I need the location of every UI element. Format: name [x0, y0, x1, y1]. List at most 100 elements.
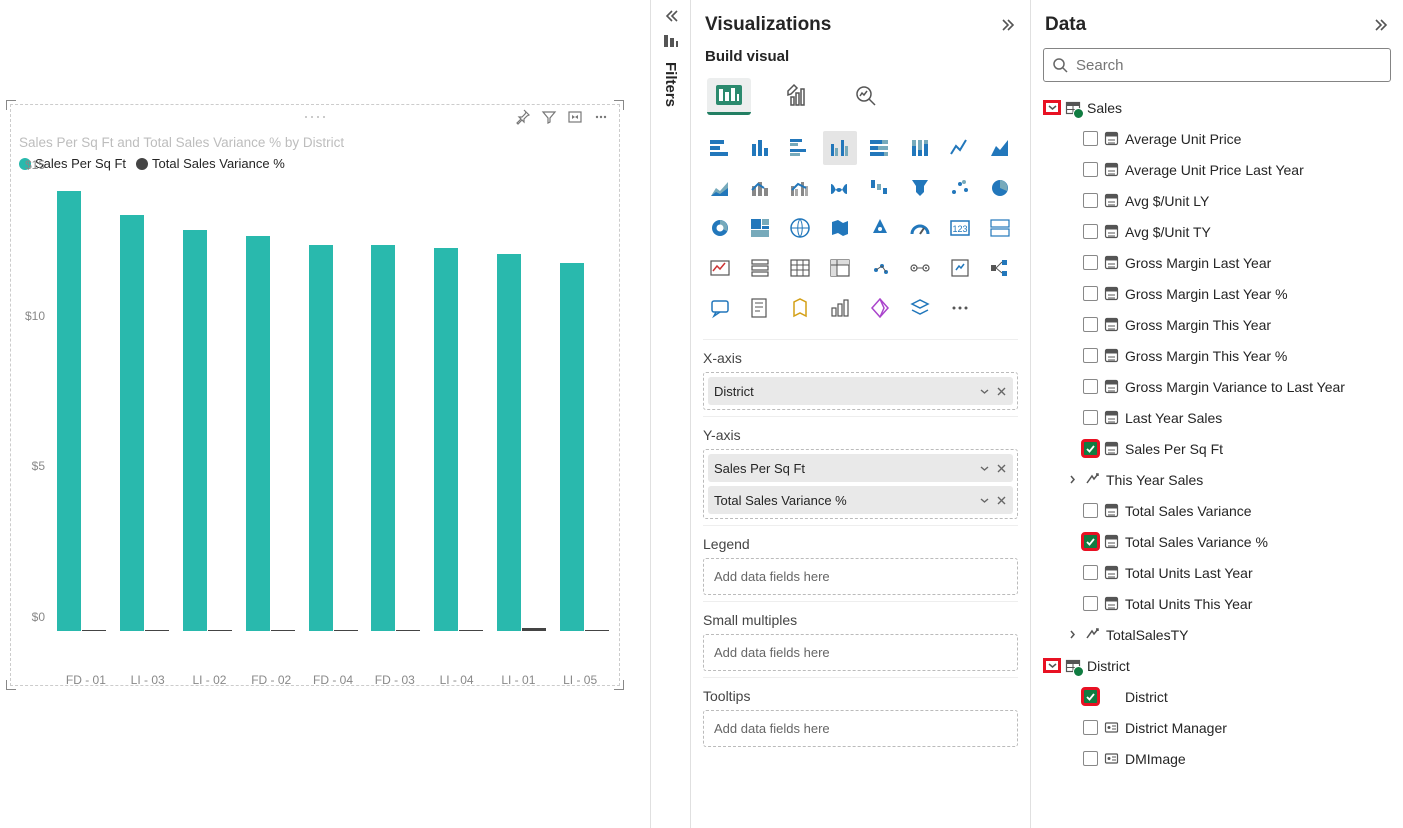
- viz-line-clustered-column-icon[interactable]: [783, 171, 817, 205]
- field-well[interactable]: District: [703, 372, 1018, 410]
- viz-clustered-bar-icon[interactable]: [783, 131, 817, 165]
- viz-clustered-column-icon[interactable]: [823, 131, 857, 165]
- viz-card-icon[interactable]: 123: [943, 211, 977, 245]
- bar[interactable]: [246, 236, 270, 631]
- drag-handle-icon[interactable]: [303, 114, 327, 120]
- viz-map-icon[interactable]: [783, 211, 817, 245]
- field-checkbox[interactable]: [1083, 317, 1098, 332]
- viz-get-more-icon[interactable]: [943, 291, 977, 325]
- chevron-right-icon[interactable]: [1065, 629, 1079, 640]
- viz-azure-map-icon[interactable]: [863, 211, 897, 245]
- field-row[interactable]: Avg $/Unit LY: [1043, 185, 1391, 216]
- field-row[interactable]: Gross Margin Last Year: [1043, 247, 1391, 278]
- field-row[interactable]: Gross Margin Last Year %: [1043, 278, 1391, 309]
- viz-filled-map-icon[interactable]: [823, 211, 857, 245]
- viz-100-stacked-bar-icon[interactable]: [863, 131, 897, 165]
- field-row[interactable]: Gross Margin Variance to Last Year: [1043, 371, 1391, 402]
- viz-stacked-bar-icon[interactable]: [703, 131, 737, 165]
- bar[interactable]: [497, 254, 521, 631]
- viz-slicer-icon[interactable]: [743, 251, 777, 285]
- viz-funnel-icon[interactable]: [903, 171, 937, 205]
- field-chip[interactable]: Total Sales Variance %: [708, 486, 1013, 514]
- field-checkbox[interactable]: [1083, 503, 1098, 518]
- field-well[interactable]: Sales Per Sq FtTotal Sales Variance %: [703, 449, 1018, 519]
- field-checkbox[interactable]: [1083, 534, 1098, 549]
- viz-100-stacked-column-icon[interactable]: [903, 131, 937, 165]
- table-node[interactable]: District: [1043, 650, 1391, 681]
- field-checkbox[interactable]: [1083, 410, 1098, 425]
- viz-gauge-icon[interactable]: [903, 211, 937, 245]
- field-row[interactable]: Total Units This Year: [1043, 588, 1391, 619]
- chart-visual-container[interactable]: Sales Per Sq Ft and Total Sales Variance…: [10, 104, 620, 686]
- report-canvas[interactable]: Sales Per Sq Ft and Total Sales Variance…: [0, 0, 650, 828]
- bar-group[interactable]: [307, 179, 360, 631]
- bar-group[interactable]: [369, 179, 422, 631]
- field-row[interactable]: Gross Margin This Year: [1043, 309, 1391, 340]
- viz-line-stacked-column-icon[interactable]: [743, 171, 777, 205]
- field-row[interactable]: District Manager: [1043, 712, 1391, 743]
- field-well[interactable]: Add data fields here: [703, 634, 1018, 671]
- search-input[interactable]: [1076, 57, 1382, 74]
- field-row[interactable]: Total Units Last Year: [1043, 557, 1391, 588]
- resize-handle-br[interactable]: [614, 680, 624, 690]
- viz-qna-icon[interactable]: [703, 291, 737, 325]
- field-checkbox[interactable]: [1083, 441, 1098, 456]
- field-checkbox[interactable]: [1083, 193, 1098, 208]
- viz-kpi-icon[interactable]: [703, 251, 737, 285]
- bar[interactable]: [459, 630, 483, 632]
- remove-field-icon[interactable]: [996, 463, 1007, 474]
- filters-rail[interactable]: Filters: [650, 0, 690, 828]
- tab-format-visual[interactable]: [777, 77, 819, 115]
- bar[interactable]: [208, 630, 232, 632]
- field-well[interactable]: Add data fields here: [703, 710, 1018, 747]
- bar-group[interactable]: [432, 179, 485, 631]
- viz-ribbon-icon[interactable]: [823, 171, 857, 205]
- viz-multi-row-card-icon[interactable]: [983, 211, 1017, 245]
- resize-handle-bl[interactable]: [6, 680, 16, 690]
- field-checkbox[interactable]: [1083, 596, 1098, 611]
- bar-group[interactable]: [181, 179, 234, 631]
- bar[interactable]: [82, 630, 106, 632]
- bar[interactable]: [183, 230, 207, 631]
- field-row[interactable]: Avg $/Unit TY: [1043, 216, 1391, 247]
- field-row[interactable]: Total Sales Variance: [1043, 495, 1391, 526]
- viz-area-icon[interactable]: [983, 131, 1017, 165]
- viz-table-icon[interactable]: [783, 251, 817, 285]
- chevron-down-icon[interactable]: [1045, 660, 1059, 671]
- chevron-down-icon[interactable]: [979, 463, 990, 474]
- remove-field-icon[interactable]: [996, 386, 1007, 397]
- more-options-icon[interactable]: [593, 109, 609, 125]
- viz-pie-icon[interactable]: [983, 171, 1017, 205]
- viz-matrix-icon[interactable]: [823, 251, 857, 285]
- bar[interactable]: [334, 630, 358, 632]
- field-row[interactable]: Gross Margin This Year %: [1043, 340, 1391, 371]
- bar[interactable]: [434, 248, 458, 631]
- field-row[interactable]: This Year Sales: [1043, 464, 1391, 495]
- filter-icon[interactable]: [541, 109, 557, 125]
- bar-group[interactable]: [495, 179, 548, 631]
- field-checkbox[interactable]: [1083, 255, 1098, 270]
- remove-field-icon[interactable]: [996, 495, 1007, 506]
- pin-icon[interactable]: [515, 109, 531, 125]
- viz-decomposition-tree-icon[interactable]: [983, 251, 1017, 285]
- collapse-left-icon[interactable]: [663, 8, 679, 24]
- bar[interactable]: [585, 630, 609, 632]
- field-row[interactable]: Average Unit Price Last Year: [1043, 154, 1391, 185]
- viz-donut-icon[interactable]: [703, 211, 737, 245]
- field-row[interactable]: Average Unit Price: [1043, 123, 1391, 154]
- field-row[interactable]: Last Year Sales: [1043, 402, 1391, 433]
- viz-power-automate-icon[interactable]: [863, 291, 897, 325]
- bar[interactable]: [57, 191, 81, 631]
- chevron-down-icon[interactable]: [1045, 102, 1059, 113]
- bar-group[interactable]: [244, 179, 297, 631]
- field-checkbox[interactable]: [1083, 348, 1098, 363]
- viz-stacked-column-icon[interactable]: [743, 131, 777, 165]
- viz-power-apps-icon[interactable]: [823, 291, 857, 325]
- collapse-right-icon[interactable]: [1000, 17, 1016, 33]
- field-row[interactable]: Sales Per Sq Ft: [1043, 433, 1391, 464]
- viz-stacked-area-icon[interactable]: [703, 171, 737, 205]
- field-checkbox[interactable]: [1083, 286, 1098, 301]
- bar-group[interactable]: [55, 179, 108, 631]
- field-row[interactable]: District: [1043, 681, 1391, 712]
- field-checkbox[interactable]: [1083, 751, 1098, 766]
